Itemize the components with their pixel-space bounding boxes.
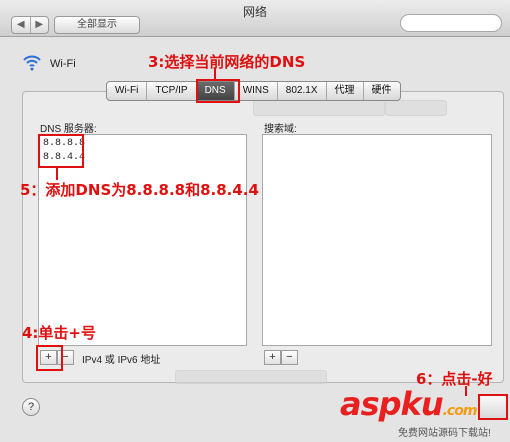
annotation-step4: 4:单击+号	[22, 324, 97, 342]
search-domains-list[interactable]	[262, 134, 492, 346]
tab-hardware[interactable]: 硬件	[362, 82, 400, 100]
tab-wifi[interactable]: Wi-Fi	[107, 82, 146, 100]
dns-servers-label: DNS 服务器:	[40, 124, 97, 135]
back-arrow-icon[interactable]: ◀	[12, 17, 30, 33]
forward-arrow-icon[interactable]: ▶	[29, 17, 49, 33]
annotation-step3: 3:选择当前网络的DNS	[148, 53, 306, 71]
service-name: Wi-Fi	[50, 58, 76, 70]
tab-8021x[interactable]: 802.1X	[276, 82, 326, 100]
annotation-add-highlight	[36, 345, 63, 371]
watermark-logo-suffix: .com	[442, 403, 478, 419]
annotation-dns-tab-highlight	[196, 79, 240, 103]
ipv-address-hint: IPv4 或 IPv6 地址	[82, 355, 161, 366]
watermark-subtitle: 免费网站源码下载站!	[398, 428, 491, 439]
show-all-button[interactable]: 全部显示	[54, 16, 140, 34]
background-ghost-button	[385, 100, 447, 116]
search-field[interactable]	[400, 14, 502, 32]
ok-button[interactable]	[478, 394, 508, 420]
annotation-step5-pointer	[56, 166, 58, 180]
settings-tabs[interactable]: Wi-Fi TCP/IP DNS WINS 802.1X 代理 硬件	[106, 81, 401, 101]
remove-search-domain-button[interactable]: −	[281, 350, 298, 365]
tab-tcpip[interactable]: TCP/IP	[146, 82, 195, 100]
help-button[interactable]: ?	[22, 398, 40, 416]
window-titlebar: 网络 ◀ ▶ 全部显示	[0, 0, 510, 37]
annotation-dns-entries-highlight	[38, 134, 84, 168]
nav-back-forward[interactable]: ◀ ▶	[11, 16, 49, 34]
watermark-logo-text: aspku	[340, 385, 444, 423]
background-ghost-dropdown	[253, 100, 385, 116]
annotation-step5: 5：添加DNS为8.8.8.8和8.8.4.4	[20, 181, 259, 199]
watermark-logo: aspku.com	[340, 385, 478, 423]
add-search-domain-button[interactable]: +	[264, 350, 281, 365]
search-domains-label: 搜索域:	[264, 124, 297, 135]
wifi-icon	[23, 55, 41, 71]
tab-proxy[interactable]: 代理	[325, 82, 363, 100]
background-ghost-checkbox	[175, 370, 327, 384]
tab-wins[interactable]: WINS	[233, 82, 277, 100]
